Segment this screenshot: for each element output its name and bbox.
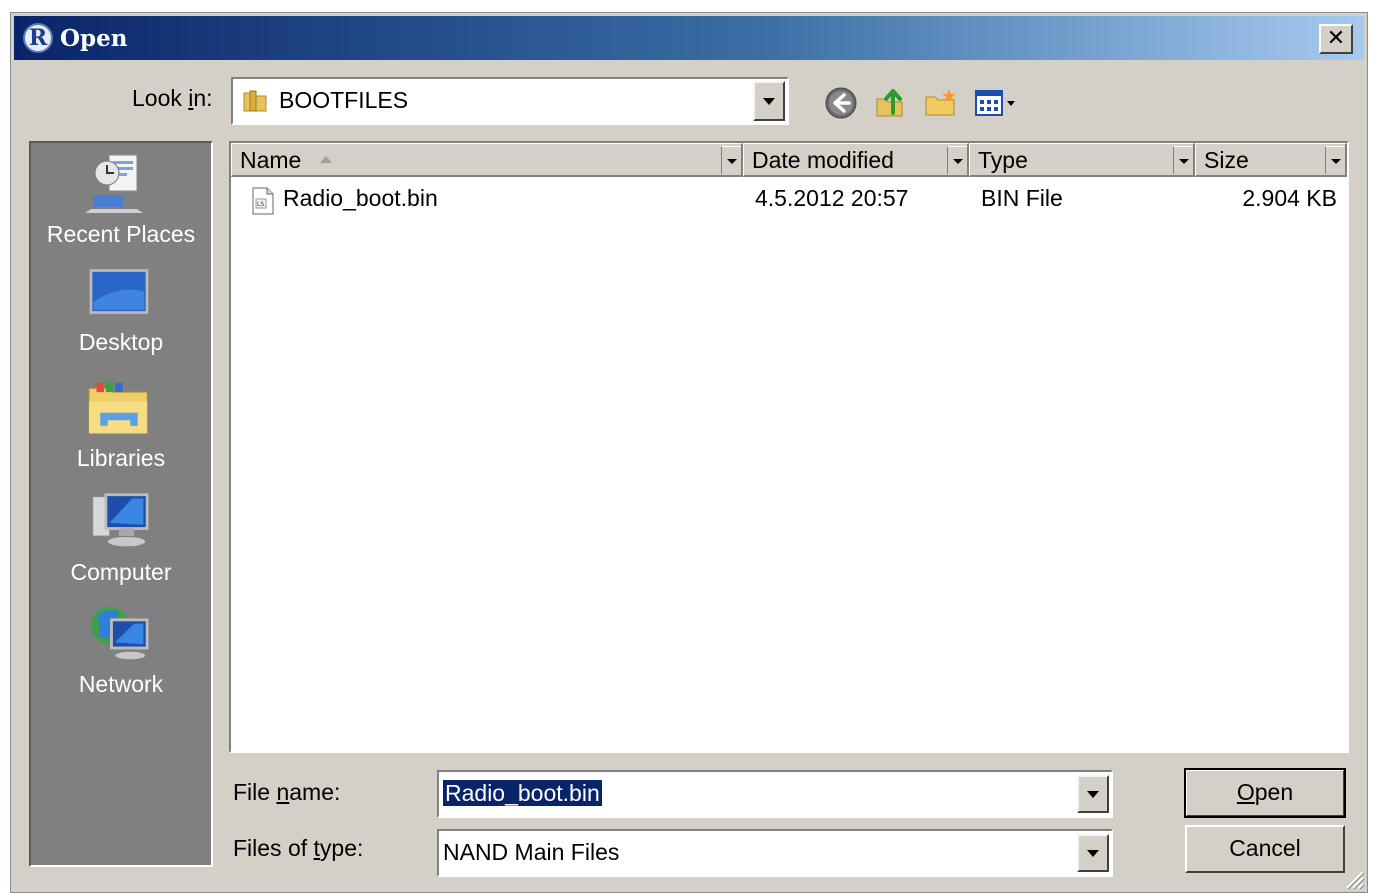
file-name-label: File name:: [233, 779, 341, 805]
place-computer[interactable]: Computer: [31, 491, 211, 591]
file-list[interactable]: Name Date modified Type Size LS Radio_bo…: [229, 141, 1349, 753]
recent-places-icon: [85, 154, 143, 213]
window-title: Open: [60, 25, 128, 52]
column-header-type[interactable]: Type: [969, 143, 1195, 177]
look-in-value: BOOTFILES: [279, 87, 409, 113]
file-size: 2.904 KB: [1242, 185, 1337, 211]
place-label: Computer: [70, 559, 172, 585]
view-menu-icon[interactable]: [973, 85, 1021, 121]
look-in-label: Look in:: [132, 85, 213, 111]
place-label: Network: [78, 671, 164, 697]
resize-grip-icon[interactable]: [1343, 868, 1365, 890]
sort-ascending-icon: [320, 156, 332, 163]
column-header-name[interactable]: Name: [231, 143, 743, 177]
back-icon[interactable]: [823, 85, 859, 121]
column-dropdown-button[interactable]: [1173, 146, 1193, 174]
r-logo-icon: R: [23, 23, 53, 53]
bin-file-icon: LS: [252, 187, 274, 215]
column-dropdown-button[interactable]: [1325, 146, 1345, 174]
places-bar: Recent Places Desktop Libraries Computer…: [29, 141, 213, 867]
new-folder-icon[interactable]: [923, 85, 959, 121]
place-label: Desktop: [78, 329, 164, 355]
files-of-type-value: NAND Main Files: [443, 839, 620, 865]
place-desktop[interactable]: Desktop: [31, 267, 211, 367]
open-button[interactable]: Open: [1184, 768, 1346, 818]
svg-text:LS: LS: [257, 201, 264, 208]
folder-icon: [243, 90, 267, 112]
file-name: Radio_boot.bin: [283, 185, 438, 211]
network-icon: [90, 606, 149, 660]
close-button[interactable]: ✕: [1319, 24, 1353, 54]
column-header-date-modified[interactable]: Date modified: [743, 143, 969, 177]
file-row[interactable]: LS Radio_boot.bin 4.5.2012 20:57 BIN Fil…: [231, 183, 1347, 217]
column-dropdown-button[interactable]: [721, 146, 741, 174]
file-list-header: Name Date modified Type Size: [231, 143, 1347, 179]
cancel-button[interactable]: Cancel: [1185, 825, 1345, 873]
file-date-modified: 4.5.2012 20:57: [755, 185, 909, 211]
look-in-combobox[interactable]: BOOTFILES: [231, 77, 789, 125]
column-header-size[interactable]: Size: [1195, 143, 1347, 177]
file-name-value: Radio_boot.bin: [443, 780, 602, 806]
desktop-icon: [89, 269, 149, 314]
place-label: Recent Places: [46, 221, 196, 247]
column-dropdown-button[interactable]: [947, 146, 967, 174]
place-libraries[interactable]: Libraries: [31, 379, 211, 479]
place-label: Libraries: [76, 445, 166, 471]
files-of-type-label: Files of type:: [233, 835, 364, 861]
place-network[interactable]: Network: [31, 603, 211, 703]
file-name-combobox[interactable]: Radio_boot.bin: [437, 770, 1113, 818]
up-folder-icon[interactable]: [873, 85, 909, 121]
files-of-type-dropdown-button[interactable]: [1077, 834, 1109, 872]
look-in-dropdown-button[interactable]: [753, 81, 785, 121]
open-dialog: R Open ✕ Look in: BOOTFILES Recent Place…: [10, 12, 1368, 893]
computer-icon: [92, 493, 149, 547]
file-name-dropdown-button[interactable]: [1077, 775, 1109, 813]
file-type: BIN File: [981, 185, 1063, 211]
place-recent-places[interactable]: Recent Places: [31, 151, 211, 257]
files-of-type-combobox[interactable]: NAND Main Files: [437, 829, 1113, 877]
file-name-input[interactable]: Radio_boot.bin: [443, 780, 602, 807]
libraries-icon: [88, 380, 148, 434]
title-bar[interactable]: R Open ✕: [14, 16, 1364, 60]
